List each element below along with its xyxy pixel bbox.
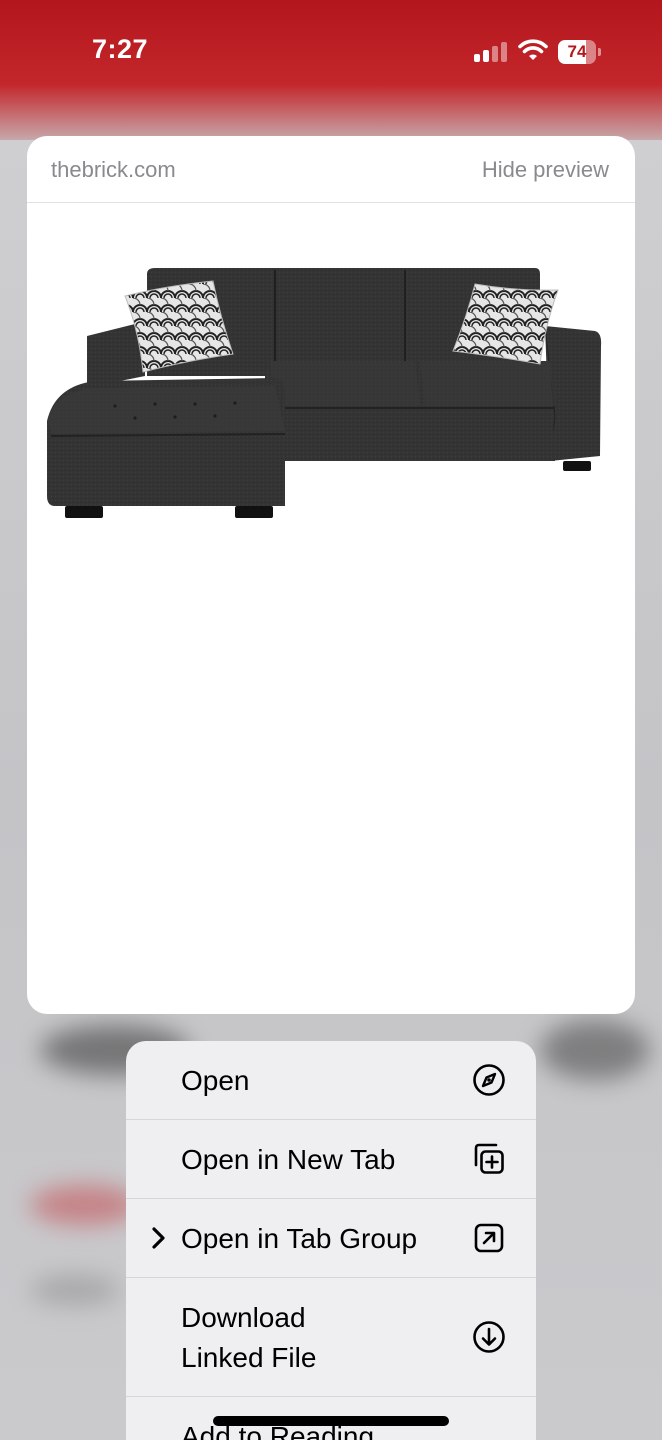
menu-item-label-line2: Linked File [181, 1342, 317, 1373]
hide-preview-button[interactable]: Hide preview [482, 157, 609, 183]
backdrop-blob [30, 1275, 120, 1305]
cellular-signal-icon [474, 42, 508, 62]
preview-domain: thebrick.com [51, 157, 176, 182]
status-bar: 7:27 74 [0, 0, 662, 105]
status-time: 7:27 [92, 34, 149, 64]
menu-item-download-linked-file[interactable]: Download Linked File [126, 1278, 536, 1397]
menu-item-label-line1: Download [181, 1302, 306, 1333]
backdrop-blob [30, 1185, 140, 1225]
new-tab-icon [474, 1143, 504, 1174]
link-preview-card[interactable]: thebrick.com Hide preview [27, 136, 635, 1014]
preview-header: thebrick.com Hide preview [27, 136, 635, 203]
menu-item-label: Open in Tab Group [181, 1223, 418, 1254]
battery-icon: 74 [558, 40, 601, 64]
sectional-sofa-image [47, 268, 602, 518]
battery-percent: 74 [567, 42, 587, 61]
download-icon [473, 1321, 505, 1353]
menu-item-open-new-tab[interactable]: Open in New Tab [126, 1120, 536, 1199]
wifi-icon [518, 39, 548, 60]
chevron-right-icon [152, 1227, 165, 1249]
context-menu: Open Open in New Tab Open in Tab Group D… [126, 1041, 536, 1440]
home-indicator[interactable] [213, 1416, 449, 1426]
menu-item-open-tab-group[interactable]: Open in Tab Group [126, 1199, 536, 1278]
tab-group-arrow-icon [474, 1223, 504, 1253]
menu-item-label: Open in New Tab [181, 1144, 396, 1175]
menu-item-open[interactable]: Open [126, 1041, 536, 1120]
menu-item-label: Open [181, 1065, 250, 1096]
backdrop-blob [540, 1020, 650, 1080]
compass-icon [473, 1064, 505, 1096]
